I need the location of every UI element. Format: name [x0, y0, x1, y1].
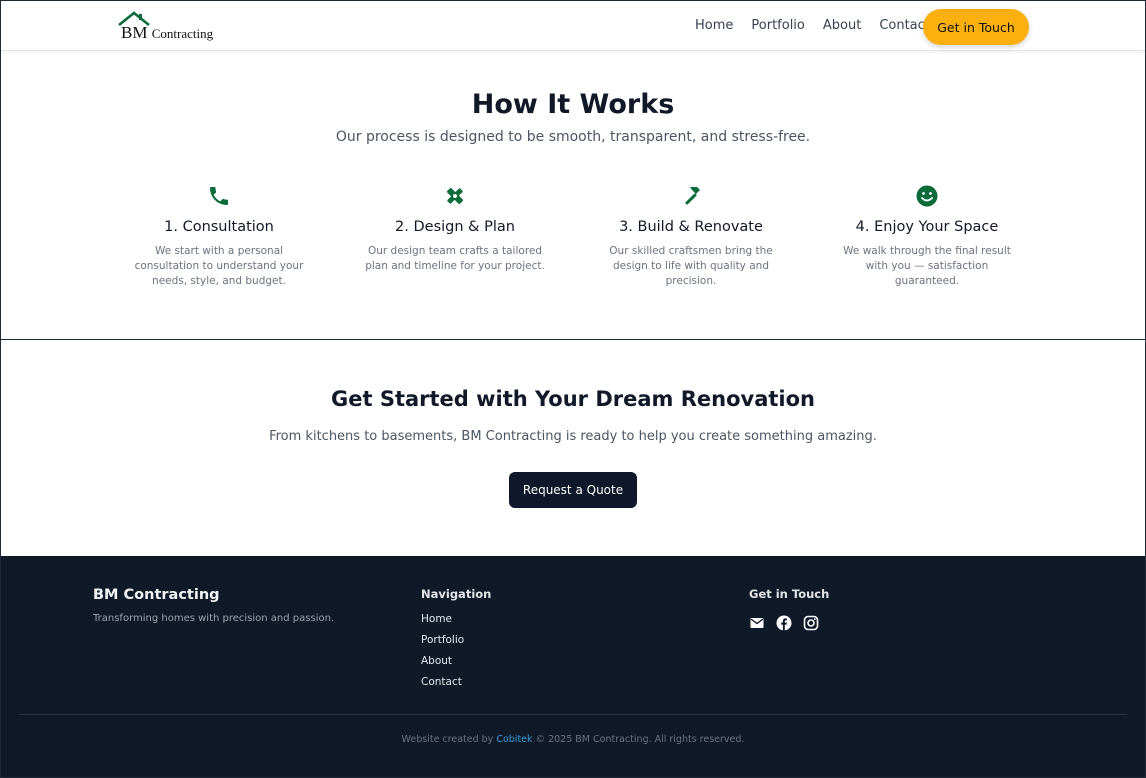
main-nav: Home Portfolio About Contact	[695, 18, 948, 33]
facebook-icon[interactable]	[776, 615, 792, 631]
copyright: Website created by Cobitek © 2025 BM Con…	[1, 734, 1145, 745]
site-header: BM Contracting Home Portfolio About Cont…	[1, 1, 1145, 51]
copyright-suffix: © 2025 BM Contracting. All rights reserv…	[535, 734, 745, 745]
footer-nav-heading: Navigation	[421, 587, 492, 601]
step-text: We start with a personal consultation to…	[134, 245, 304, 287]
step-design-plan: 2. Design & Plan Our design team crafts …	[337, 181, 573, 274]
logo-small-text: Contracting	[151, 26, 214, 41]
step-consultation: 1. Consultation We start with a personal…	[101, 181, 337, 289]
step-title: 3. Build & Renovate	[619, 219, 763, 235]
email-icon[interactable]	[749, 615, 765, 631]
how-it-works-title: How It Works	[471, 89, 675, 120]
nav-home[interactable]: Home	[695, 18, 733, 33]
footer-nav: Home Portfolio About Contact	[421, 613, 464, 697]
section-divider	[1, 339, 1145, 340]
logo-text: BM Contracting	[121, 23, 213, 43]
step-title: 2. Design & Plan	[395, 219, 515, 235]
footer-divider	[19, 714, 1127, 715]
step-text: We walk through the final result with yo…	[843, 245, 1011, 287]
smiley-icon	[809, 181, 1045, 211]
cobitek-link[interactable]: Cobitek	[496, 734, 532, 745]
footer-link-portfolio[interactable]: Portfolio	[421, 634, 464, 655]
footer-link-home[interactable]: Home	[421, 613, 464, 634]
footer-tagline: Transforming homes with precision and pa…	[93, 613, 335, 624]
nav-about[interactable]: About	[823, 18, 861, 33]
social-links	[749, 615, 819, 631]
step-text: Our skilled craftsmen bring the design t…	[609, 245, 773, 287]
copyright-prefix: Website created by	[401, 734, 494, 745]
get-started-subtitle: From kitchens to basements, BM Contracti…	[269, 429, 877, 444]
footer-link-contact[interactable]: Contact	[421, 676, 464, 697]
footer-link-about[interactable]: About	[421, 655, 464, 676]
steps: 1. Consultation We start with a personal…	[101, 181, 1045, 301]
step-enjoy-space: 4. Enjoy Your Space We walk through the …	[809, 181, 1045, 289]
page: BM Contracting Home Portfolio About Cont…	[0, 0, 1146, 778]
footer-brand: BM Contracting	[93, 587, 220, 603]
instagram-icon[interactable]	[803, 615, 819, 631]
design-tools-icon	[337, 181, 573, 211]
get-started-title: Get Started with Your Dream Renovation	[330, 387, 816, 411]
logo-main-text: BM	[121, 23, 148, 42]
step-title: 4. Enjoy Your Space	[855, 219, 999, 235]
nav-portfolio[interactable]: Portfolio	[751, 18, 804, 33]
hammer-icon	[573, 181, 809, 211]
logo[interactable]: BM Contracting	[117, 11, 217, 43]
site-footer: BM Contracting Transforming homes with p…	[1, 556, 1145, 777]
footer-contact-heading: Get in Touch	[749, 587, 830, 601]
step-text: Our design team crafts a tailored plan a…	[365, 245, 545, 272]
how-it-works-subtitle: Our process is designed to be smooth, tr…	[335, 129, 811, 145]
request-quote-button[interactable]: Request a Quote	[509, 472, 637, 508]
get-in-touch-button[interactable]: Get in Touch	[923, 9, 1029, 45]
step-build-renovate: 3. Build & Renovate Our skilled craftsme…	[573, 181, 809, 289]
phone-icon	[101, 181, 337, 211]
step-title: 1. Consultation	[164, 219, 274, 235]
